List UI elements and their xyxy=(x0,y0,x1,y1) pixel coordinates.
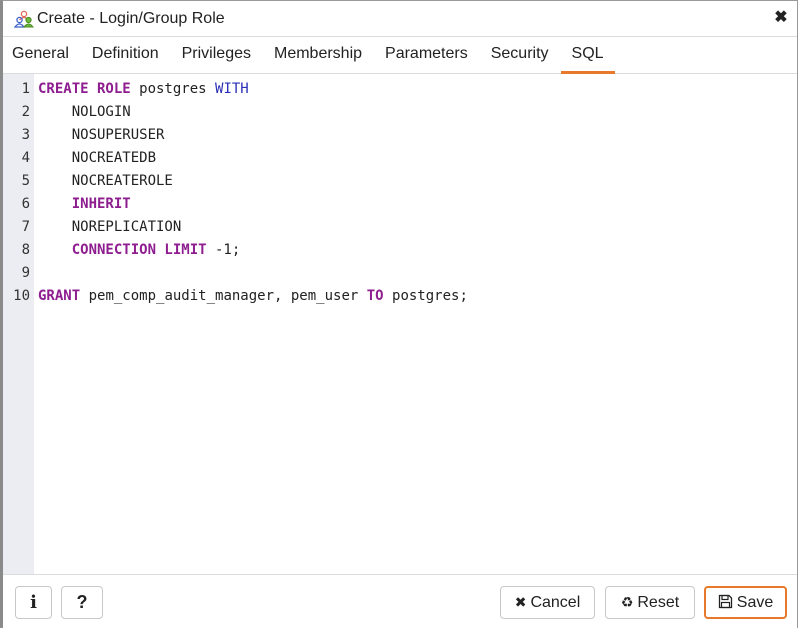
code-line[interactable]: 5 NOCREATEROLE xyxy=(3,170,797,193)
sql-token: pem_comp_audit_manager, pem_user xyxy=(80,288,367,304)
code-lines: 1 CREATE ROLE postgres WITH 2 NOLOGIN 3 NOS… xyxy=(3,78,797,308)
code-line[interactable]: 6 INHERIT xyxy=(3,193,797,216)
cancel-button[interactable]: ✖ Cancel xyxy=(500,586,595,619)
tab-bar: General Definition Privileges Membership… xyxy=(3,37,797,74)
tab-definition[interactable]: Definition xyxy=(92,37,159,73)
line-number: 1 xyxy=(21,81,30,97)
code-text: CREATE ROLE postgres WITH xyxy=(38,78,249,101)
code-text: NOREPLICATION xyxy=(38,216,182,239)
help-button[interactable]: ? xyxy=(61,586,103,619)
close-icon: ✖ xyxy=(514,594,527,610)
sql-keyword: GRANT xyxy=(38,288,81,304)
sql-keyword: CONNECTION LIMIT xyxy=(71,242,207,258)
close-icon[interactable]: ✖ xyxy=(773,9,789,27)
line-number: 3 xyxy=(21,127,30,143)
save-button[interactable]: Save xyxy=(704,586,787,619)
tab-membership[interactable]: Membership xyxy=(274,37,362,73)
sql-keyword: TO xyxy=(366,288,384,304)
code-text: GRANT pem_comp_audit_manager, pem_user T… xyxy=(38,285,468,308)
code-text: NOCREATEDB xyxy=(38,147,156,170)
sql-token: NOCREATEDB xyxy=(38,150,157,166)
reset-label: Reset xyxy=(637,593,680,611)
floppy-disk-icon xyxy=(718,594,733,612)
code-text: NOSUPERUSER xyxy=(38,124,165,147)
tab-privileges[interactable]: Privileges xyxy=(182,37,251,73)
code-line[interactable]: 1 CREATE ROLE postgres WITH xyxy=(3,78,797,101)
code-line[interactable]: 8 CONNECTION LIMIT -1; xyxy=(3,239,797,262)
reset-button[interactable]: ♻ Reset xyxy=(605,586,695,619)
sql-token: NOCREATEROLE xyxy=(38,173,173,189)
sql-token: postgres xyxy=(130,81,216,97)
code-text: NOCREATEROLE xyxy=(38,170,173,193)
sql-editor[interactable]: 1 CREATE ROLE postgres WITH 2 NOLOGIN 3 NOS… xyxy=(3,74,797,575)
dialog-title: Create - Login/Group Role xyxy=(37,9,225,27)
code-text: CONNECTION LIMIT -1; xyxy=(38,239,241,262)
dialog-footer: i ? ✖ Cancel ♻ Reset Save xyxy=(3,575,797,629)
tab-security[interactable]: Security xyxy=(491,37,549,73)
code-line[interactable]: 3 NOSUPERUSER xyxy=(3,124,797,147)
line-number: 9 xyxy=(21,265,30,281)
code-line[interactable]: 2 NOLOGIN xyxy=(3,101,797,124)
code-text: NOLOGIN xyxy=(38,101,131,124)
recycle-icon: ♻ xyxy=(620,594,634,610)
sql-token: -1; xyxy=(206,242,241,258)
code-line[interactable]: 7 NOREPLICATION xyxy=(3,216,797,239)
sql-token: NOSUPERUSER xyxy=(38,127,165,143)
create-login-group-role-dialog: Create - Login/Group Role ✖ General Defi… xyxy=(0,0,798,629)
tab-parameters[interactable]: Parameters xyxy=(385,37,468,73)
line-number: 5 xyxy=(21,173,30,189)
tab-sql[interactable]: SQL xyxy=(560,37,615,74)
line-number: 2 xyxy=(21,104,30,120)
line-number: 6 xyxy=(21,196,30,212)
help-icon: ? xyxy=(76,592,88,612)
info-button[interactable]: i xyxy=(15,586,52,619)
sql-keyword: WITH xyxy=(215,81,249,97)
group-role-icon xyxy=(14,10,34,28)
sql-keyword: INHERIT xyxy=(71,196,131,212)
code-line[interactable]: 9 xyxy=(3,262,797,285)
save-label: Save xyxy=(736,593,774,611)
sql-keyword: CREATE ROLE xyxy=(38,81,131,97)
line-number: 7 xyxy=(21,219,30,235)
info-icon: i xyxy=(30,592,37,613)
line-number: 8 xyxy=(21,242,30,258)
line-number: 4 xyxy=(21,150,30,166)
dialog-titlebar[interactable]: Create - Login/Group Role ✖ xyxy=(3,1,797,37)
code-line[interactable]: 10 GRANT pem_comp_audit_manager, pem_user… xyxy=(3,285,797,308)
sql-token: NOLOGIN xyxy=(38,104,131,120)
line-number: 10 xyxy=(13,288,30,304)
tab-general[interactable]: General xyxy=(12,37,69,73)
cancel-label: Cancel xyxy=(530,593,581,611)
code-line[interactable]: 4 NOCREATEDB xyxy=(3,147,797,170)
sql-token: postgres; xyxy=(383,288,468,304)
code-text: INHERIT xyxy=(38,193,131,216)
sql-token: NOREPLICATION xyxy=(38,219,182,235)
